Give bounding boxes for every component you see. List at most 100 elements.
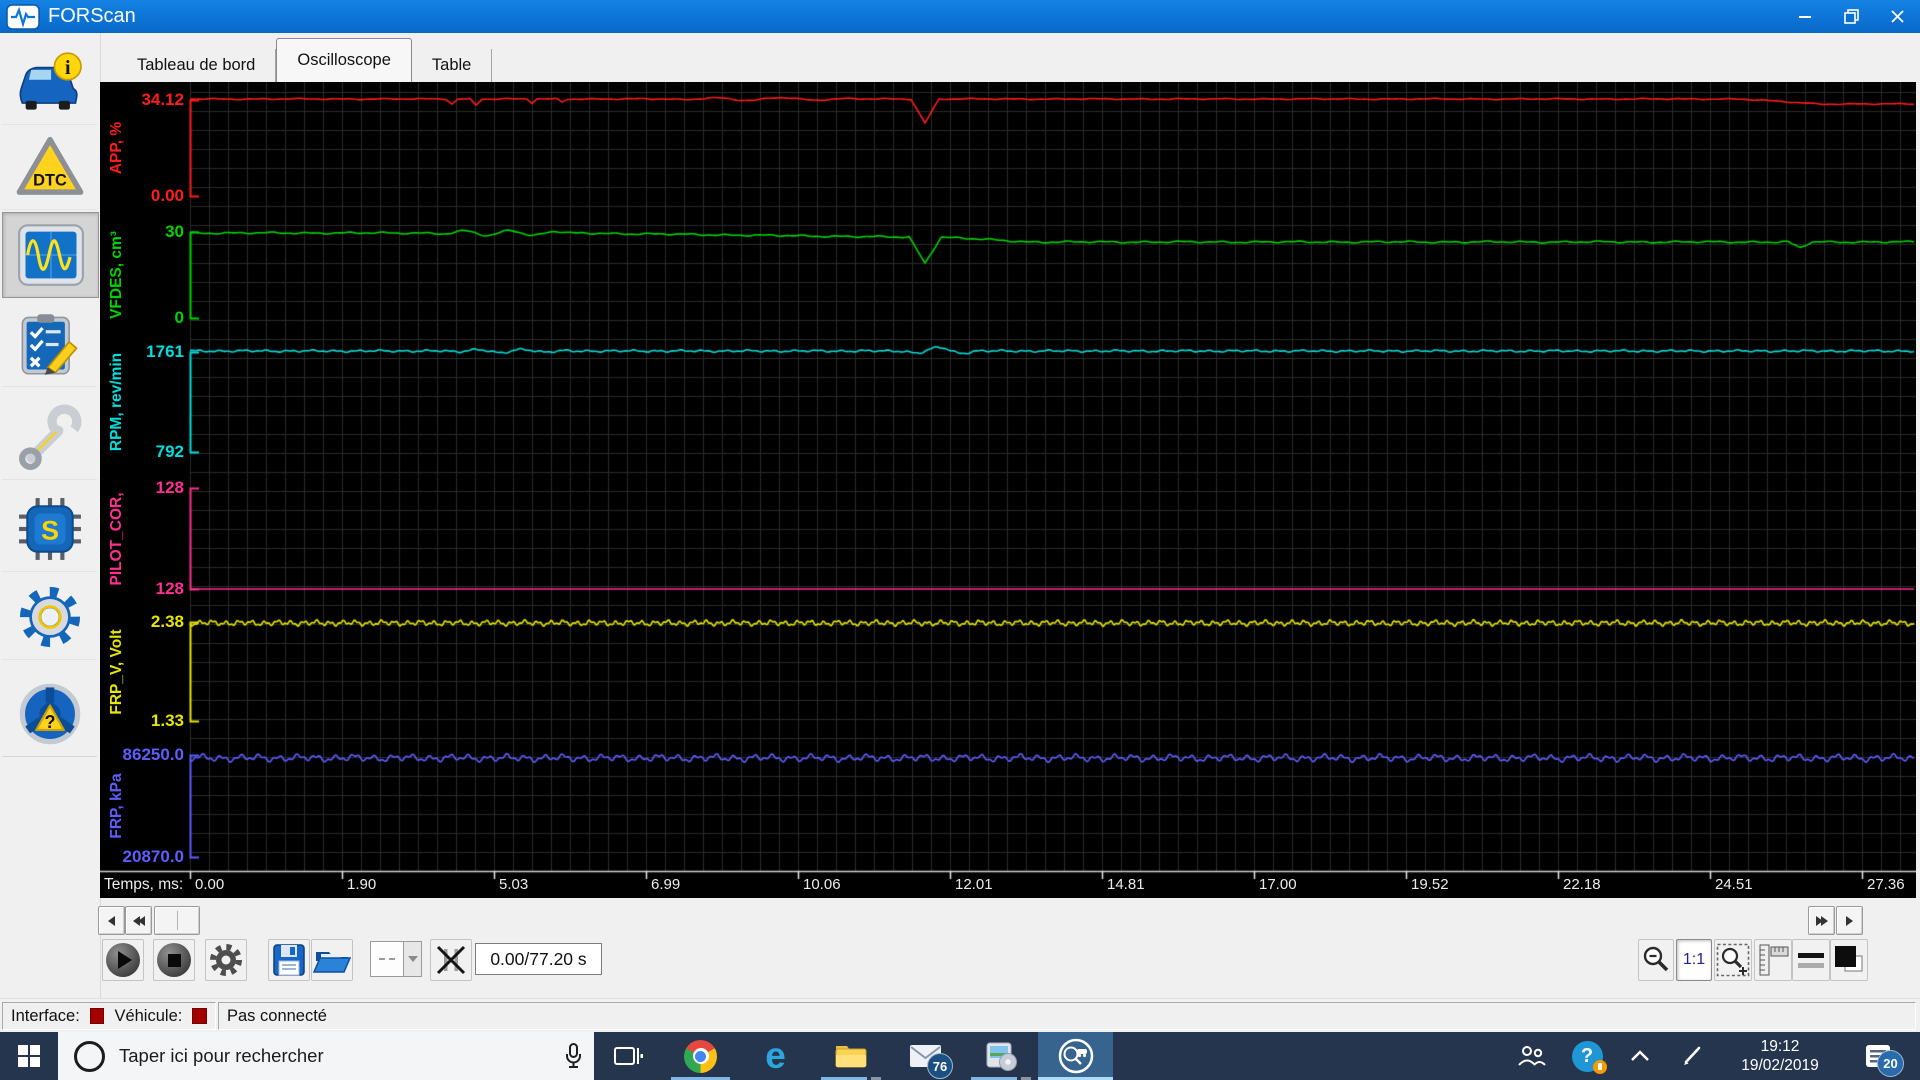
taskbar-chrome[interactable] [663, 1032, 738, 1080]
tab-table[interactable]: Table [412, 49, 492, 82]
hide-cursors-button[interactable] [430, 939, 472, 981]
tray-expand[interactable] [1620, 1032, 1660, 1080]
car-info-icon: i [14, 51, 86, 113]
time-tick-9: 22.18 [1563, 876, 1601, 893]
taskbar-search[interactable]: Taper ici pour rechercher [58, 1032, 594, 1080]
checklist-icon [16, 312, 84, 376]
status-message-panel: Pas connecté [218, 1002, 1916, 1030]
close-button[interactable] [1874, 0, 1920, 33]
zoom-selection-button[interactable] [1714, 939, 1752, 981]
line-thickness-button[interactable] [1792, 939, 1830, 981]
windows-logo-icon [18, 1045, 40, 1067]
chevron-up-icon [1629, 1049, 1651, 1063]
svg-text:?: ? [44, 712, 55, 732]
interface-status-led [90, 1008, 105, 1024]
scrollbar-thumb[interactable] [154, 906, 200, 935]
window-title: FORScan [48, 5, 136, 28]
stop-icon [157, 943, 191, 977]
active-indicator [1038, 1077, 1113, 1080]
help-icon: ? [1572, 1041, 1603, 1072]
taskbar-mail[interactable]: 76 [888, 1032, 963, 1080]
taskbar-installer[interactable] [963, 1032, 1038, 1080]
channel-5-max-value: 86250.0 [100, 746, 184, 764]
sidebar-item-service[interactable] [2, 395, 97, 480]
channel-3-name: PILOT_COR, [108, 492, 126, 585]
sidebar-item-oscilloscope[interactable] [2, 212, 99, 298]
tray-help[interactable]: ? [1564, 1032, 1610, 1080]
save-button[interactable] [268, 939, 310, 981]
microphone-icon[interactable] [563, 1042, 584, 1075]
zoom-out-icon [1640, 944, 1672, 976]
dropdown-arrow[interactable] [404, 941, 422, 977]
channel-0-name: APP, % [108, 122, 126, 174]
taskbar-forscan-active[interactable] [1038, 1032, 1113, 1080]
oscilloscope-chart[interactable]: 34.120.00APP, %300VFDES, cm³1761792RPM, … [100, 82, 1916, 898]
tab-oscilloscope[interactable]: Oscilloscope [276, 38, 412, 82]
scroll-fast-right-button[interactable] [1808, 906, 1835, 935]
play-button[interactable] [102, 939, 144, 981]
tray-pen[interactable] [1670, 1032, 1714, 1080]
toolbar: 0.00/77.20 s 1:1 [0, 937, 1920, 995]
tray-clock[interactable]: 19:12 19/02/2019 [1718, 1032, 1842, 1080]
taskbar-file-explorer[interactable] [813, 1032, 888, 1080]
line-style-dropdown[interactable] [370, 941, 422, 977]
channel-5-name: FRP, kPa [108, 773, 126, 838]
channel-4-name: FRP_V, Volt [108, 629, 126, 714]
installer-icon [984, 1041, 1018, 1071]
status-bar: Interface: Véhicule: Pas connecté [0, 998, 1920, 1033]
zoom-out-button[interactable] [1638, 939, 1674, 981]
taskbar: Taper ici pour rechercher e [0, 1032, 1920, 1080]
sidebar-item-tests[interactable] [2, 302, 97, 387]
maximize-button[interactable] [1828, 0, 1874, 33]
time-position-display: 0.00/77.20 s [475, 943, 602, 975]
arrow-left-icon [138, 916, 145, 926]
edge-icon: e [765, 1036, 786, 1076]
scope-settings-button[interactable] [205, 939, 247, 981]
black-square-icon [1832, 943, 1866, 977]
oscilloscope-canvas[interactable] [100, 82, 1916, 898]
sidebar-item-configuration[interactable]: S [2, 487, 97, 572]
tray-people[interactable] [1514, 1032, 1550, 1080]
time-tick-0: 0.00 [195, 876, 224, 893]
file-explorer-icon [834, 1042, 868, 1070]
gear-dark-icon [208, 942, 244, 978]
tab-tableau-de-bord[interactable]: Tableau de bord [117, 49, 276, 82]
scroll-right-button[interactable] [1836, 906, 1863, 935]
start-button[interactable] [0, 1032, 58, 1080]
time-tick-2: 5.03 [499, 876, 528, 893]
running-indicator-secondary [871, 1077, 881, 1080]
gear-icon [15, 582, 85, 652]
chevron-down-icon [408, 956, 418, 962]
background-color-button[interactable] [1830, 939, 1868, 981]
dtc-icon: DTC [15, 135, 85, 199]
scroll-left-button[interactable] [98, 906, 125, 935]
stop-button[interactable] [153, 939, 195, 981]
task-view-button[interactable] [602, 1032, 654, 1080]
play-icon [106, 943, 140, 977]
scroll-fast-left-button[interactable] [125, 906, 152, 935]
dashed-line-icon [379, 958, 395, 960]
open-button[interactable] [311, 939, 353, 981]
time-scrollbar [96, 905, 1866, 936]
status-message: Pas connecté [227, 1007, 327, 1026]
time-tick-4: 10.06 [803, 876, 841, 893]
ruler-button[interactable] [1754, 939, 1792, 981]
sidebar-item-vehicle-info[interactable]: i [2, 40, 97, 125]
svg-text:DTC: DTC [33, 172, 67, 190]
cortana-icon [74, 1041, 105, 1072]
line-style-value [370, 941, 404, 977]
people-icon [1516, 1044, 1548, 1068]
zoom-ratio-button[interactable]: 1:1 [1676, 939, 1712, 981]
sidebar-item-settings[interactable] [2, 575, 97, 660]
arrow-right-icon [1846, 916, 1853, 926]
zoom-selection-icon [1716, 943, 1750, 977]
sidebar-item-help[interactable]: ? [2, 672, 97, 757]
sidebar-item-dtc[interactable]: DTC [2, 125, 97, 210]
taskbar-edge[interactable]: e [738, 1032, 813, 1080]
running-indicator [671, 1077, 730, 1080]
mail-badge: 76 [927, 1053, 953, 1079]
time-tick-3: 6.99 [651, 876, 680, 893]
minimize-button[interactable] [1782, 0, 1828, 33]
vehicle-label: Véhicule: [114, 1007, 182, 1026]
tray-notifications[interactable]: 20 [1846, 1032, 1910, 1080]
